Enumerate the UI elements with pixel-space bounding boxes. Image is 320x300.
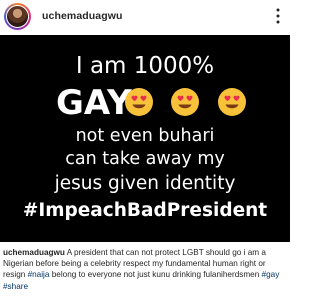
caption-username[interactable]: uchemaduagwu [3,248,65,257]
post-image[interactable]: I am 1000% GAY not even buhari can take … [0,35,290,242]
heart-eyes-emoji-icon [218,88,246,116]
post-header: uchemaduagwu [0,0,290,36]
post-caption: uchemaduagwu A president that can not pr… [3,247,287,292]
caption-text: belong to everyone not just kunu drinkin… [49,270,262,280]
image-text-gay: GAY [56,83,132,123]
image-text-line-1: I am 1000% [75,53,215,79]
image-text-line-2: GAY [0,83,290,123]
hashtag-link-gay[interactable]: #gay [262,270,280,279]
image-text-line-3: not even buhari [75,126,215,146]
image-text-line-4: can take away my [65,149,225,169]
post-username[interactable]: uchemaduagwu [42,10,123,22]
heart-eyes-emoji-icon [171,88,199,116]
image-text-hashtag: #ImpeachBadPresident [22,200,268,221]
hashtag-link-share[interactable]: #share [3,282,28,291]
avatar[interactable] [4,3,31,30]
profile-photo-icon [6,5,29,28]
image-text-line-5: jesus given identity [54,173,236,194]
more-vertical-icon[interactable] [271,7,285,25]
hashtag-link-naija[interactable]: #naija [28,270,50,279]
heart-eyes-emoji-icon [125,88,153,116]
